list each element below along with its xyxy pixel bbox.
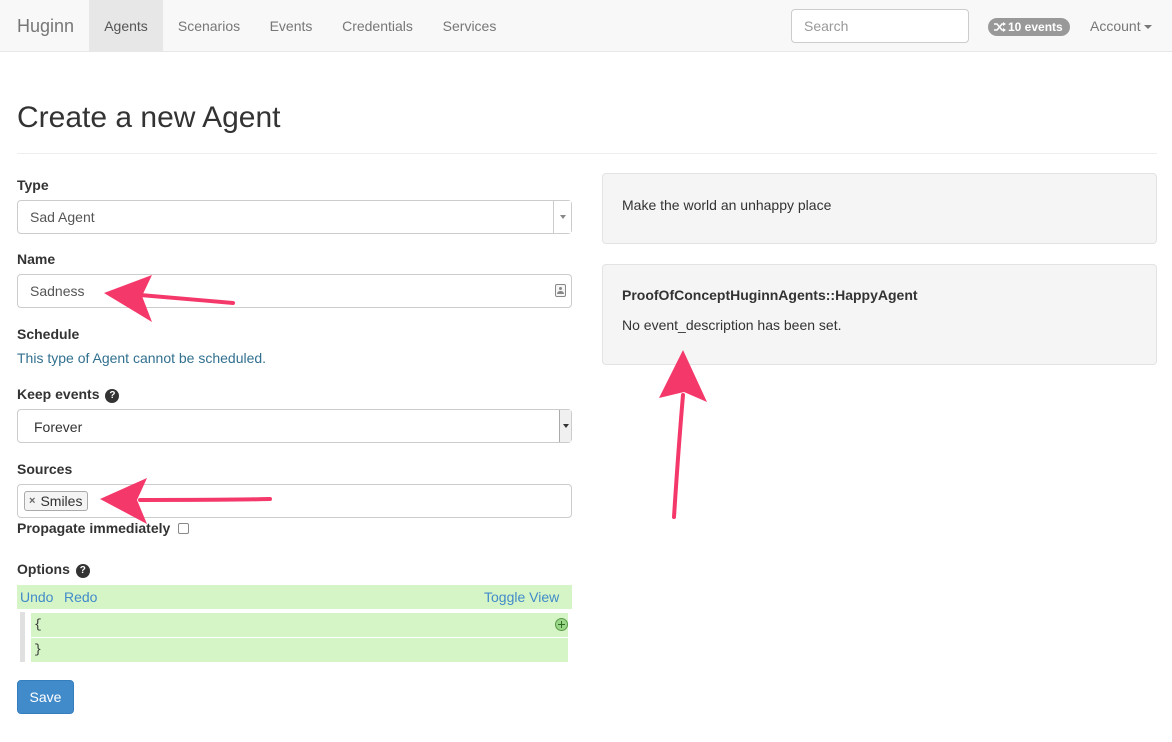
- arrow-to-event-well: [659, 350, 707, 519]
- annotation-arrows: [100, 275, 707, 524]
- arrow-to-name: [104, 275, 235, 322]
- arrow-to-sources: [100, 478, 272, 524]
